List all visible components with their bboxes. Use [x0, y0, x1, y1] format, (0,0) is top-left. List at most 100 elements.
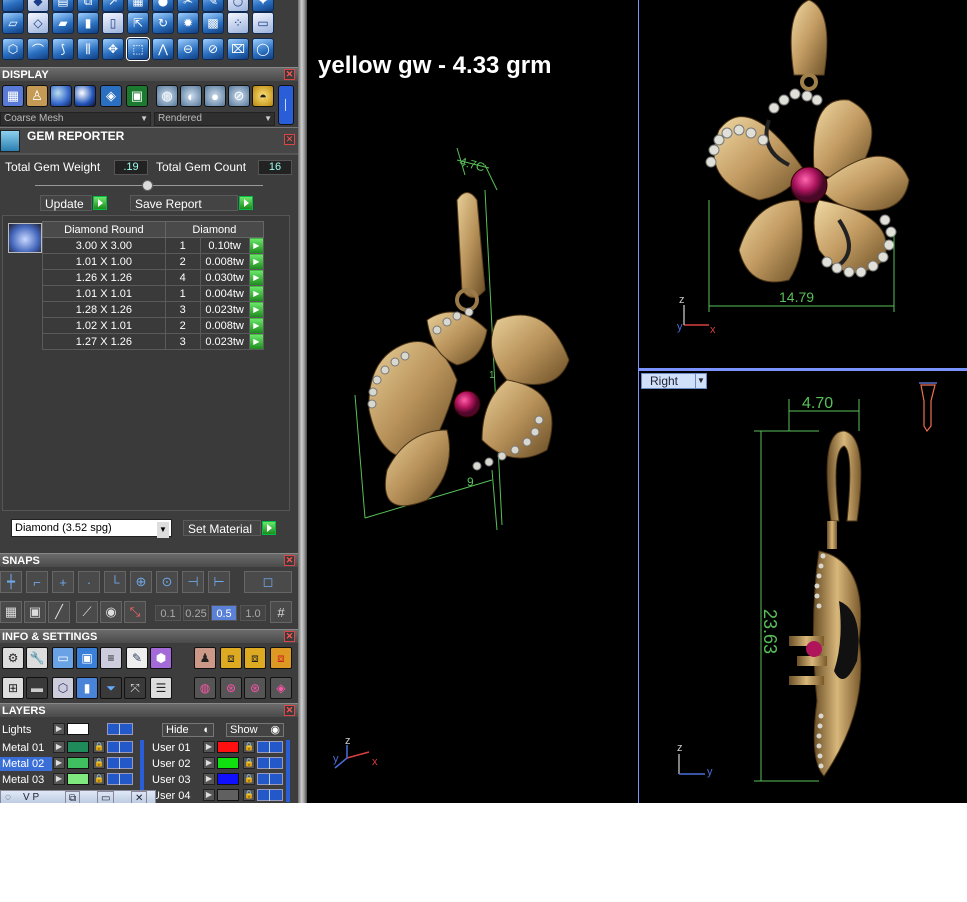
- layer-color-swatch[interactable]: [217, 757, 239, 769]
- snap-curve-icon[interactable]: ⌐: [26, 571, 48, 593]
- snap-toggle-icon[interactable]: ◻: [244, 571, 292, 593]
- close-icon[interactable]: ✕: [284, 705, 295, 716]
- play-icon[interactable]: ▶: [53, 757, 65, 769]
- gem-row-button[interactable]: ▶: [248, 285, 265, 302]
- nodes-icon[interactable]: ⤧: [124, 677, 146, 699]
- lock-icon[interactable]: 🔒: [93, 757, 105, 769]
- play-icon[interactable]: ▶: [203, 741, 215, 753]
- layer-color-swatch[interactable]: [217, 773, 239, 785]
- right-viewport[interactable]: Right ▼ 4.70 23.63 z y: [638, 369, 967, 803]
- snap-circle-icon[interactable]: ⊙: [156, 571, 178, 593]
- mirror-tool-icon[interactable]: ⧉: [77, 0, 99, 12]
- pattern-tool-icon[interactable]: ▩: [202, 12, 224, 34]
- layer-toggle[interactable]: │: [257, 741, 283, 753]
- circle-tool-icon[interactable]: ◯: [252, 38, 274, 60]
- pen-tool-icon[interactable]: ✎: [202, 0, 224, 12]
- frame-3-icon[interactable]: ⧈: [270, 647, 292, 669]
- layer-color-swatch[interactable]: [217, 789, 239, 801]
- person-icon[interactable]: ♟: [194, 647, 216, 669]
- link-tool-icon[interactable]: ⊖: [177, 38, 199, 60]
- lock-icon[interactable]: 🔒: [243, 773, 255, 785]
- set-material-button[interactable]: [262, 521, 276, 535]
- close-icon[interactable]: ✕: [284, 134, 295, 145]
- measure-icon[interactable]: ⤡: [124, 601, 146, 623]
- grid-toggle-icon[interactable]: #: [270, 601, 292, 623]
- lock-icon[interactable]: 🔒: [243, 789, 255, 801]
- close-icon[interactable]: ✕: [284, 555, 295, 566]
- window-tool-icon[interactable]: ▭: [252, 12, 274, 34]
- layer-row[interactable]: Metal 02 ▶ 🔒 │: [0, 757, 140, 771]
- layer-tool-icon[interactable]: ▤: [52, 0, 74, 12]
- gold-sphere-icon[interactable]: ◓: [252, 85, 274, 107]
- ring-3-icon[interactable]: ⊛: [244, 677, 266, 699]
- grid-value-0-1[interactable]: 0.1: [155, 605, 181, 621]
- display-scroll-icon[interactable]: │: [278, 85, 294, 125]
- lock-icon[interactable]: 🔒: [93, 773, 105, 785]
- ruler-icon[interactable]: ⟋: [76, 601, 98, 623]
- snap-center-icon[interactable]: ⊕: [130, 571, 152, 593]
- star-tool-icon[interactable]: ✦: [252, 0, 274, 12]
- grid-tool-icon[interactable]: ▦: [127, 0, 149, 12]
- layer-row[interactable]: User 04 ▶ 🔒 │: [150, 789, 290, 803]
- document-tool-icon[interactable]: ▯: [102, 12, 124, 34]
- unlink-tool-icon[interactable]: ⊘: [202, 38, 224, 60]
- shaded-sphere-icon[interactable]: [50, 85, 72, 107]
- snap-corner-icon[interactable]: └: [104, 571, 126, 593]
- gem-row-button[interactable]: ▶: [248, 269, 265, 286]
- cube-outline-icon[interactable]: ⬡: [52, 677, 74, 699]
- line-icon[interactable]: ╱: [48, 601, 70, 623]
- show-button[interactable]: Show ◉: [226, 723, 284, 737]
- play-icon[interactable]: ▶: [203, 789, 215, 801]
- grid-value-0-25[interactable]: 0.25: [183, 605, 209, 621]
- layer-row[interactable]: User 03 ▶ 🔒 │: [150, 773, 290, 787]
- book-icon[interactable]: ▮: [76, 677, 98, 699]
- render-mode-select[interactable]: Rendered ▼: [154, 112, 275, 126]
- gem-row-button[interactable]: ▶: [248, 317, 265, 334]
- list-icon[interactable]: ☰: [150, 677, 172, 699]
- grid-value-0-5[interactable]: 0.5: [211, 605, 237, 621]
- sphere-4-icon[interactable]: ⊘: [228, 85, 250, 107]
- scale-tool-icon[interactable]: ⬚: [126, 37, 150, 61]
- sphere-tool-icon[interactable]: ●: [152, 0, 174, 12]
- panel-splitter[interactable]: [298, 0, 307, 803]
- play-icon[interactable]: ▶: [203, 757, 215, 769]
- layout-icon[interactable]: ▣: [126, 85, 148, 107]
- windows-icon[interactable]: ⊞: [2, 677, 24, 699]
- layer-color-swatch[interactable]: [67, 741, 89, 753]
- move-tool-icon[interactable]: ✥: [102, 38, 124, 60]
- surface-tool-icon[interactable]: ▱: [2, 12, 24, 34]
- bend-tool-icon[interactable]: ⟆: [52, 38, 74, 60]
- diamond-tool-icon[interactable]: ◇: [27, 12, 49, 34]
- filter-icon[interactable]: ⏷: [100, 677, 122, 699]
- rendered-sphere-icon[interactable]: [74, 85, 96, 107]
- gem-tool-icon[interactable]: ◆: [27, 0, 49, 12]
- snap-point-icon[interactable]: ·: [78, 571, 100, 593]
- layer-toggle[interactable]: │: [107, 773, 133, 785]
- lock-icon[interactable]: 🔒: [243, 757, 255, 769]
- material-select[interactable]: Diamond (3.52 spg) ▼: [11, 519, 172, 538]
- layer-toggle[interactable]: │: [107, 741, 133, 753]
- arc-tool-icon[interactable]: ⌒: [27, 38, 49, 60]
- grid-value-1-0[interactable]: 1.0: [240, 605, 266, 621]
- layer-row[interactable]: User 01 ▶ 🔒 │: [150, 741, 290, 755]
- lock-icon[interactable]: 🔒: [243, 741, 255, 753]
- ring-1-icon[interactable]: ◍: [194, 677, 216, 699]
- split-tool-icon[interactable]: ⫼: [77, 38, 99, 60]
- maximize-icon[interactable]: ▭: [97, 791, 115, 803]
- cut-tool-icon[interactable]: ✂: [177, 0, 199, 12]
- sphere-3-icon[interactable]: ●: [204, 85, 226, 107]
- close-icon[interactable]: ✕: [284, 631, 295, 642]
- extrude-tool-icon[interactable]: ⇱: [127, 12, 149, 34]
- view-icon[interactable]: ◈: [100, 85, 122, 107]
- settings-gear-icon[interactable]: ⚙: [2, 647, 24, 669]
- boolean-tool-icon[interactable]: ⬡: [2, 38, 24, 60]
- layer-color-swatch[interactable]: [67, 757, 89, 769]
- layer-row[interactable]: Metal 01 ▶ 🔒 │: [0, 741, 140, 755]
- frame-2-icon[interactable]: ⧈: [244, 647, 266, 669]
- grid-view-icon[interactable]: ▦: [0, 601, 22, 623]
- eye-icon[interactable]: ◉: [100, 601, 122, 623]
- frame-1-icon[interactable]: ⧈: [220, 647, 242, 669]
- play-icon[interactable]: ▶: [203, 773, 215, 785]
- taskbar-window[interactable]: ◌ V P ⧉ ▭ ✕: [0, 790, 156, 803]
- play-icon[interactable]: ▶: [53, 773, 65, 785]
